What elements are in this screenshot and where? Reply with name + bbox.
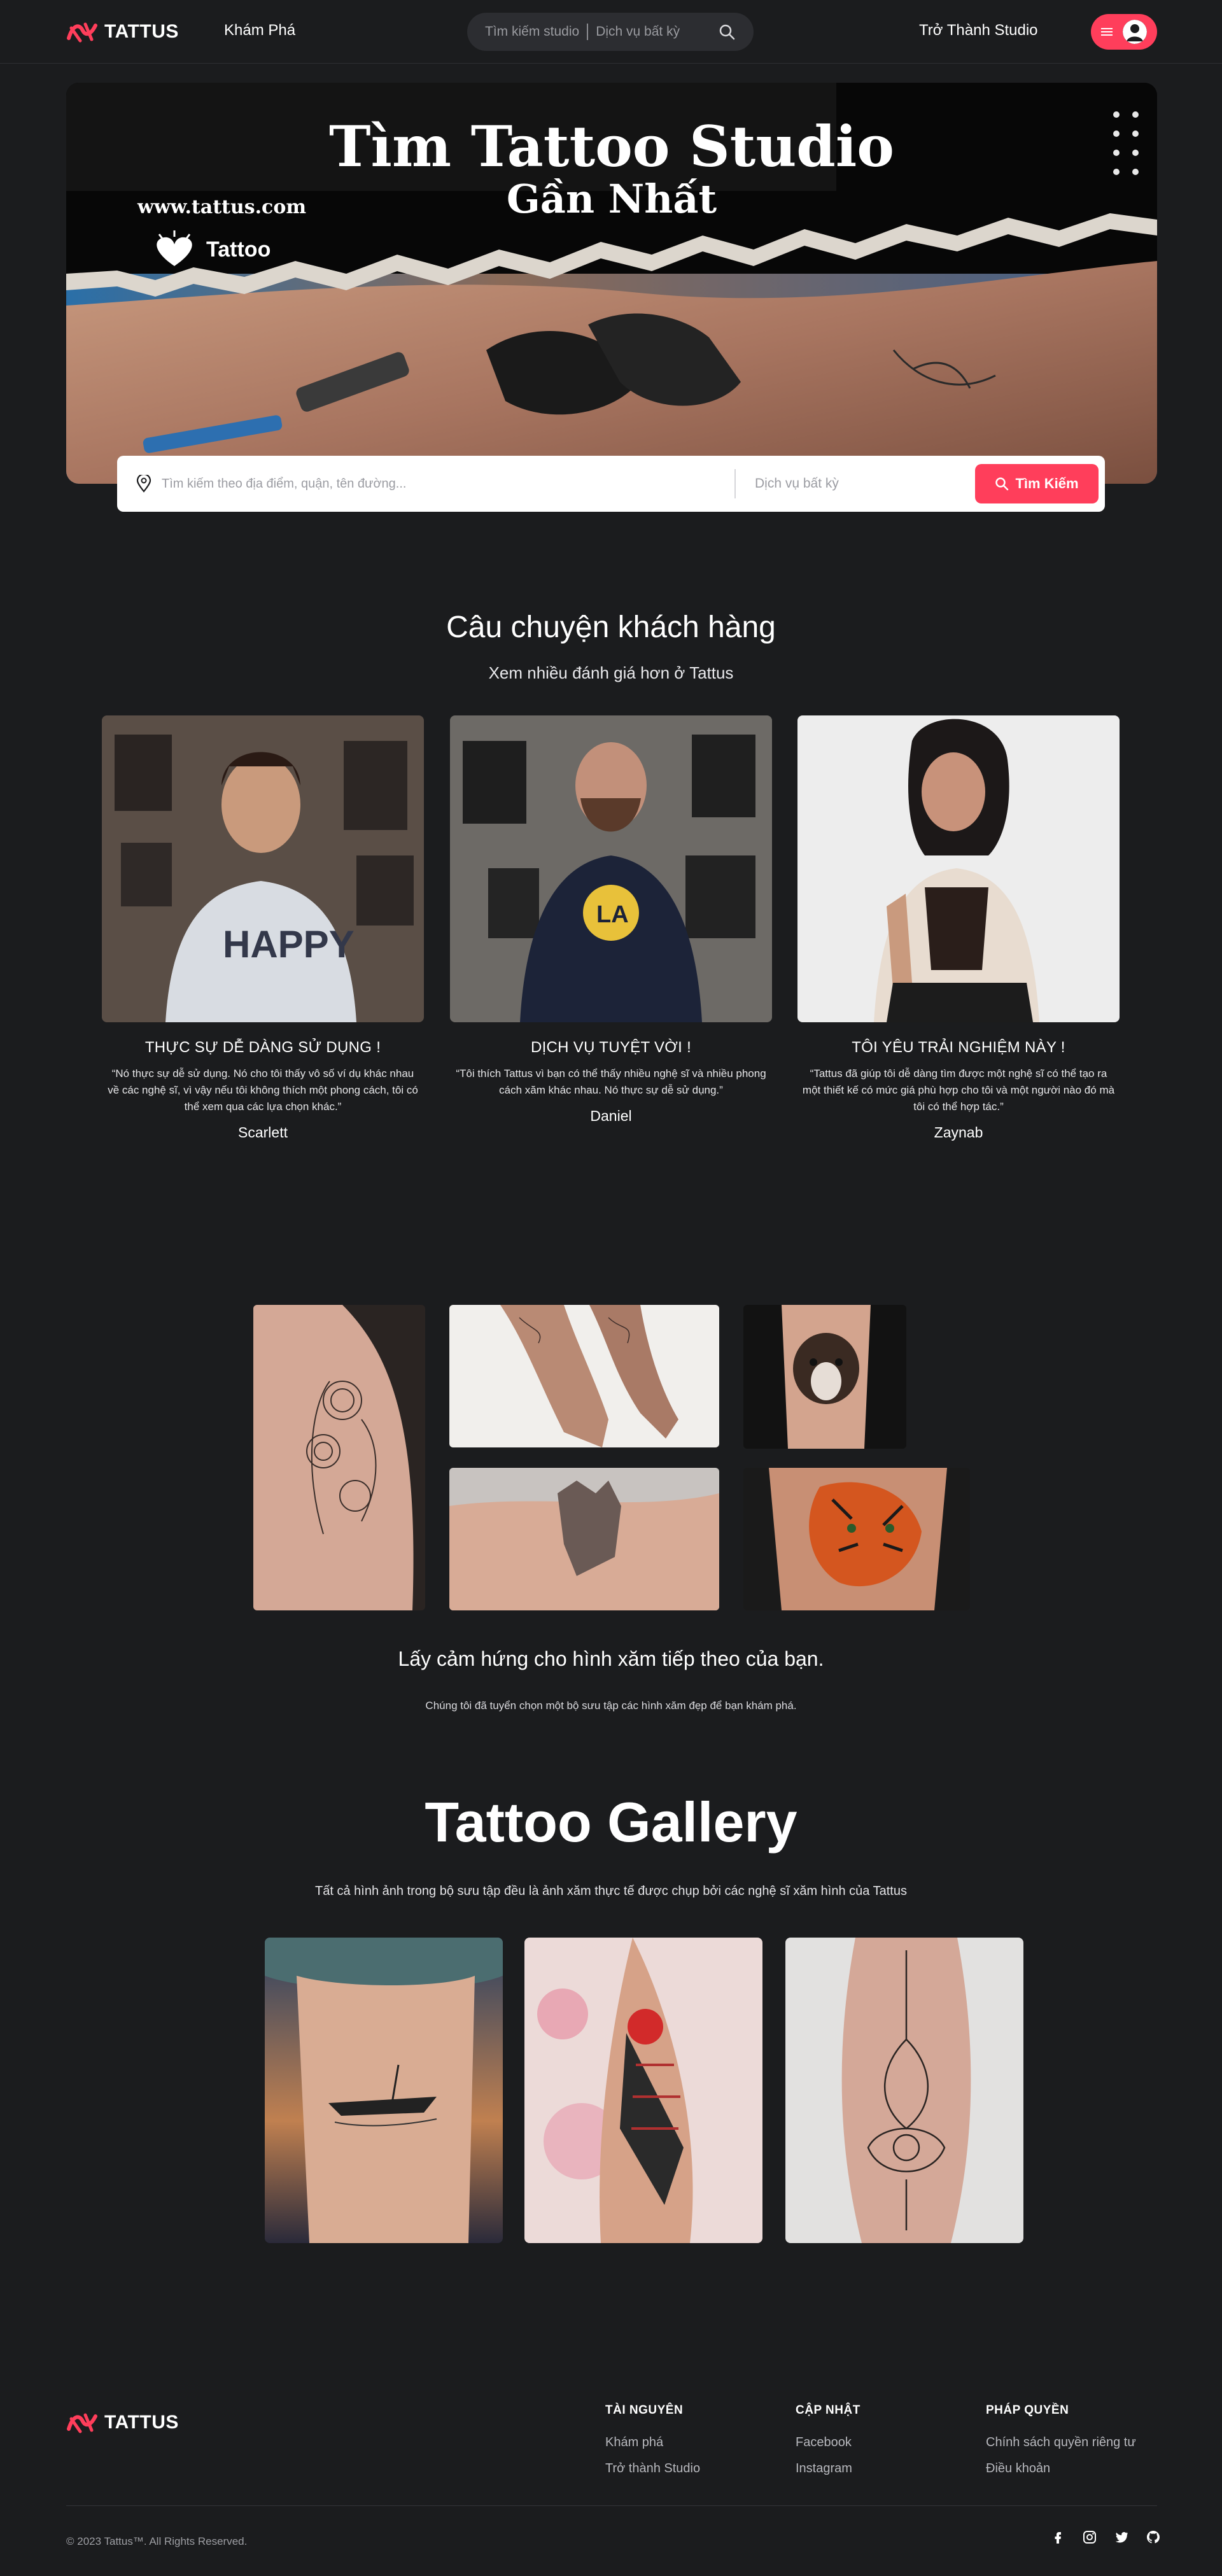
nav-explore-link[interactable]: Khám Phá <box>224 22 295 39</box>
footer-link-instagram[interactable]: Instagram <box>796 2461 860 2476</box>
story-heading: DỊCH VỤ TUYỆT VỜI ! <box>530 1039 692 1056</box>
gallery-photo-boat[interactable] <box>265 1938 503 2243</box>
tattoo-photo-dog-portrait[interactable] <box>743 1305 906 1449</box>
heart-icon <box>157 230 192 266</box>
footer-column-title: TÀI NGUYÊN <box>605 2404 684 2417</box>
gallery-title: Tattoo Gallery <box>425 1791 797 1854</box>
instagram-icon[interactable] <box>1082 2530 1097 2545</box>
gallery-photo-pagoda[interactable] <box>524 1938 762 2243</box>
nav-search-divider <box>587 24 589 40</box>
story-author: Daniel <box>590 1108 632 1124</box>
social-links <box>1050 2530 1161 2545</box>
customer-photo <box>797 715 1120 1022</box>
hero-brand-word: Tattoo <box>206 237 271 262</box>
user-avatar-icon <box>1123 20 1147 44</box>
story-heading: TÔI YÊU TRẢI NGHIỆM NÀY ! <box>852 1039 1065 1056</box>
tattus-logo-icon <box>67 2413 97 2433</box>
gallery-photo-lotus[interactable] <box>785 1938 1023 2243</box>
footer-logo[interactable]: TATTUS <box>66 2410 179 2435</box>
story-author: Scarlett <box>238 1124 288 1141</box>
footer-column-updates: CẬP NHẬT Facebook Instagram <box>796 2404 860 2488</box>
customer-photo: HAPPY <box>102 715 424 1022</box>
tattoo-photo-hands[interactable] <box>449 1305 719 1447</box>
story-card: HAPPY THỰC SỰ DỄ DÀNG SỬ DỤNG ! “Nó thực… <box>102 715 424 1141</box>
copyright: © 2023 Tattus™. All Rights Reserved. <box>66 2535 248 2547</box>
brand-logo[interactable]: TATTUS <box>66 19 179 45</box>
tattoo-photo-floral-thigh[interactable] <box>253 1305 425 1610</box>
hamburger-menu-icon <box>1101 28 1113 36</box>
search-button-label: Tìm Kiếm <box>1015 475 1079 491</box>
top-nav: TATTUS Khám Phá Tìm kiếm studio Dịch vụ … <box>0 0 1222 64</box>
facebook-icon[interactable] <box>1050 2530 1065 2545</box>
nav-search-service[interactable]: Dịch vụ bất kỳ <box>596 24 680 39</box>
story-heading: THỰC SỰ DỄ DÀNG SỬ DỤNG ! <box>144 1039 381 1056</box>
story-card: TÔI YÊU TRẢI NGHIỆM NÀY ! “Tattus đã giú… <box>797 715 1120 1141</box>
nav-search-bar[interactable]: Tìm kiếm studio Dịch vụ bất kỳ <box>467 13 754 51</box>
footer-link-explore[interactable]: Khám phá <box>605 2435 700 2450</box>
footer-column-legal: PHÁP QUYỀN Chính sách quyền riêng tư Điề… <box>986 2404 1136 2488</box>
tattus-logo-icon <box>67 22 97 43</box>
footer-link-privacy[interactable]: Chính sách quyền riêng tư <box>986 2435 1136 2450</box>
story-quote: “Tattus đã giúp tôi dễ dàng tìm được một… <box>802 1067 1115 1113</box>
search-icon[interactable] <box>718 23 736 41</box>
story-card: LA DỊCH VỤ TUYỆT VỜI ! “Tôi thích Tattus… <box>450 715 772 1125</box>
footer-link-terms[interactable]: Điều khoản <box>986 2461 1136 2476</box>
hero-brand-badge: Tattoo <box>149 230 270 269</box>
story-quote: “Nó thực sự dễ sử dụng. Nó cho tôi thấy … <box>108 1067 418 1113</box>
footer-column-title: PHÁP QUYỀN <box>986 2404 1069 2417</box>
brand-name: TATTUS <box>104 21 179 42</box>
footer-column-title: CẬP NHẬT <box>796 2404 860 2417</box>
stories-subtitle[interactable]: Xem nhiều đánh giá hơn ở Tattus <box>0 663 1222 683</box>
tattoo-photo-baby-hand[interactable] <box>449 1468 719 1610</box>
svg-text:LA: LA <box>596 901 629 928</box>
customer-photo: LA <box>450 715 772 1022</box>
footer-column-resources: TÀI NGUYÊN Khám phá Trở thành Studio <box>605 2404 700 2488</box>
story-quote: “Tôi thích Tattus vì bạn có thể thấy nhi… <box>456 1067 766 1096</box>
search-icon <box>995 477 1009 491</box>
stories-title: Câu chuyện khách hàng <box>446 610 776 644</box>
nav-search-location[interactable]: Tìm kiếm studio <box>485 24 579 39</box>
search-button[interactable]: Tìm Kiếm <box>975 464 1099 503</box>
hero-url: www.tattus.com <box>137 196 307 218</box>
search-divider <box>734 469 736 498</box>
gallery-subtitle: Tất cả hình ảnh trong bộ sưu tập đều là … <box>315 1884 907 1898</box>
twitter-icon[interactable] <box>1114 2530 1129 2545</box>
footer-brand-name: TATTUS <box>104 2412 179 2433</box>
location-search-placeholder: Tìm kiếm theo địa điểm, quận, tên đường.… <box>162 476 407 491</box>
hero-banner: Tìm Tattoo Studio Gần Nhất www.tattus.co… <box>66 83 1157 484</box>
footer-link-become-studio[interactable]: Trở thành Studio <box>605 2461 700 2476</box>
become-studio-link[interactable]: Trở Thành Studio <box>919 22 1038 39</box>
service-search-field[interactable]: Dịch vụ bất kỳ <box>755 476 975 491</box>
location-pin-icon <box>136 475 151 493</box>
story-author: Zaynab <box>934 1124 983 1141</box>
hero-title: Tìm Tattoo Studio <box>329 113 894 179</box>
hero-search-bar: Tìm kiếm theo địa điểm, quận, tên đường.… <box>117 456 1105 512</box>
footer-link-facebook[interactable]: Facebook <box>796 2435 860 2450</box>
tattoo-photo-tiger[interactable] <box>743 1468 970 1610</box>
github-icon[interactable] <box>1146 2530 1161 2545</box>
svg-text:HAPPY: HAPPY <box>223 923 355 966</box>
location-search-field[interactable]: Tìm kiếm theo địa điểm, quận, tên đường.… <box>136 475 709 493</box>
inspiration-title: Lấy cảm hứng cho hình xăm tiếp theo của … <box>398 1647 824 1670</box>
inspiration-subtitle: Chúng tôi đã tuyển chọn một bộ sưu tập c… <box>425 1700 797 1712</box>
footer-divider <box>66 2505 1157 2506</box>
user-menu-button[interactable] <box>1091 14 1157 50</box>
